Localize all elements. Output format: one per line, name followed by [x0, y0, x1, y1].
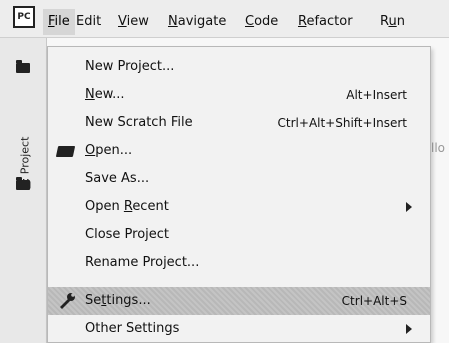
shortcut-label: Alt+Insert [346, 88, 407, 102]
menu-file[interactable]: File [43, 9, 75, 35]
project-folder-icon[interactable] [16, 60, 30, 73]
menu-item-close-project[interactable]: Close Project [48, 221, 430, 249]
submenu-arrow-icon [406, 324, 412, 334]
shortcut-label: Ctrl+Alt+S [341, 294, 407, 308]
menu-bar: PC File Edit View Navigate Code Refactor… [0, 0, 449, 38]
menu-item-other-settings[interactable]: Other Settings [48, 315, 430, 343]
menu-item-save-as[interactable]: Save As... [48, 165, 430, 193]
menu-item-new-project[interactable]: New Project... [48, 53, 430, 81]
editor-text-fragment: llo [431, 141, 446, 155]
menu-item-new-scratch-file[interactable]: New Scratch File Ctrl+Alt+Shift+Insert [48, 109, 430, 137]
menu-item-new[interactable]: New... Alt+Insert [48, 81, 430, 109]
submenu-arrow-icon [406, 202, 412, 212]
app-logo: PC [13, 6, 35, 28]
menu-run[interactable]: Run [375, 9, 410, 35]
folder-open-icon [55, 146, 76, 157]
file-menu-dropdown: New Project... New... Alt+Insert New Scr… [47, 46, 431, 343]
wrench-icon [58, 293, 76, 309]
menu-navigate[interactable]: Navigate [163, 9, 231, 35]
folder-icon [16, 177, 30, 190]
tool-window-strip: 1: Project [0, 38, 47, 343]
menu-code[interactable]: Code [240, 9, 283, 35]
menu-edit[interactable]: Edit [71, 9, 106, 35]
shortcut-label: Ctrl+Alt+Shift+Insert [277, 116, 407, 130]
menu-item-rename-project[interactable]: Rename Project... [48, 249, 430, 277]
menu-item-open-recent[interactable]: Open Recent [48, 193, 430, 221]
menu-view[interactable]: View [113, 9, 154, 35]
menu-item-open[interactable]: Open... [48, 137, 430, 165]
menu-refactor[interactable]: Refactor [293, 9, 358, 35]
menu-item-settings[interactable]: Settings... Ctrl+Alt+S [48, 287, 430, 315]
